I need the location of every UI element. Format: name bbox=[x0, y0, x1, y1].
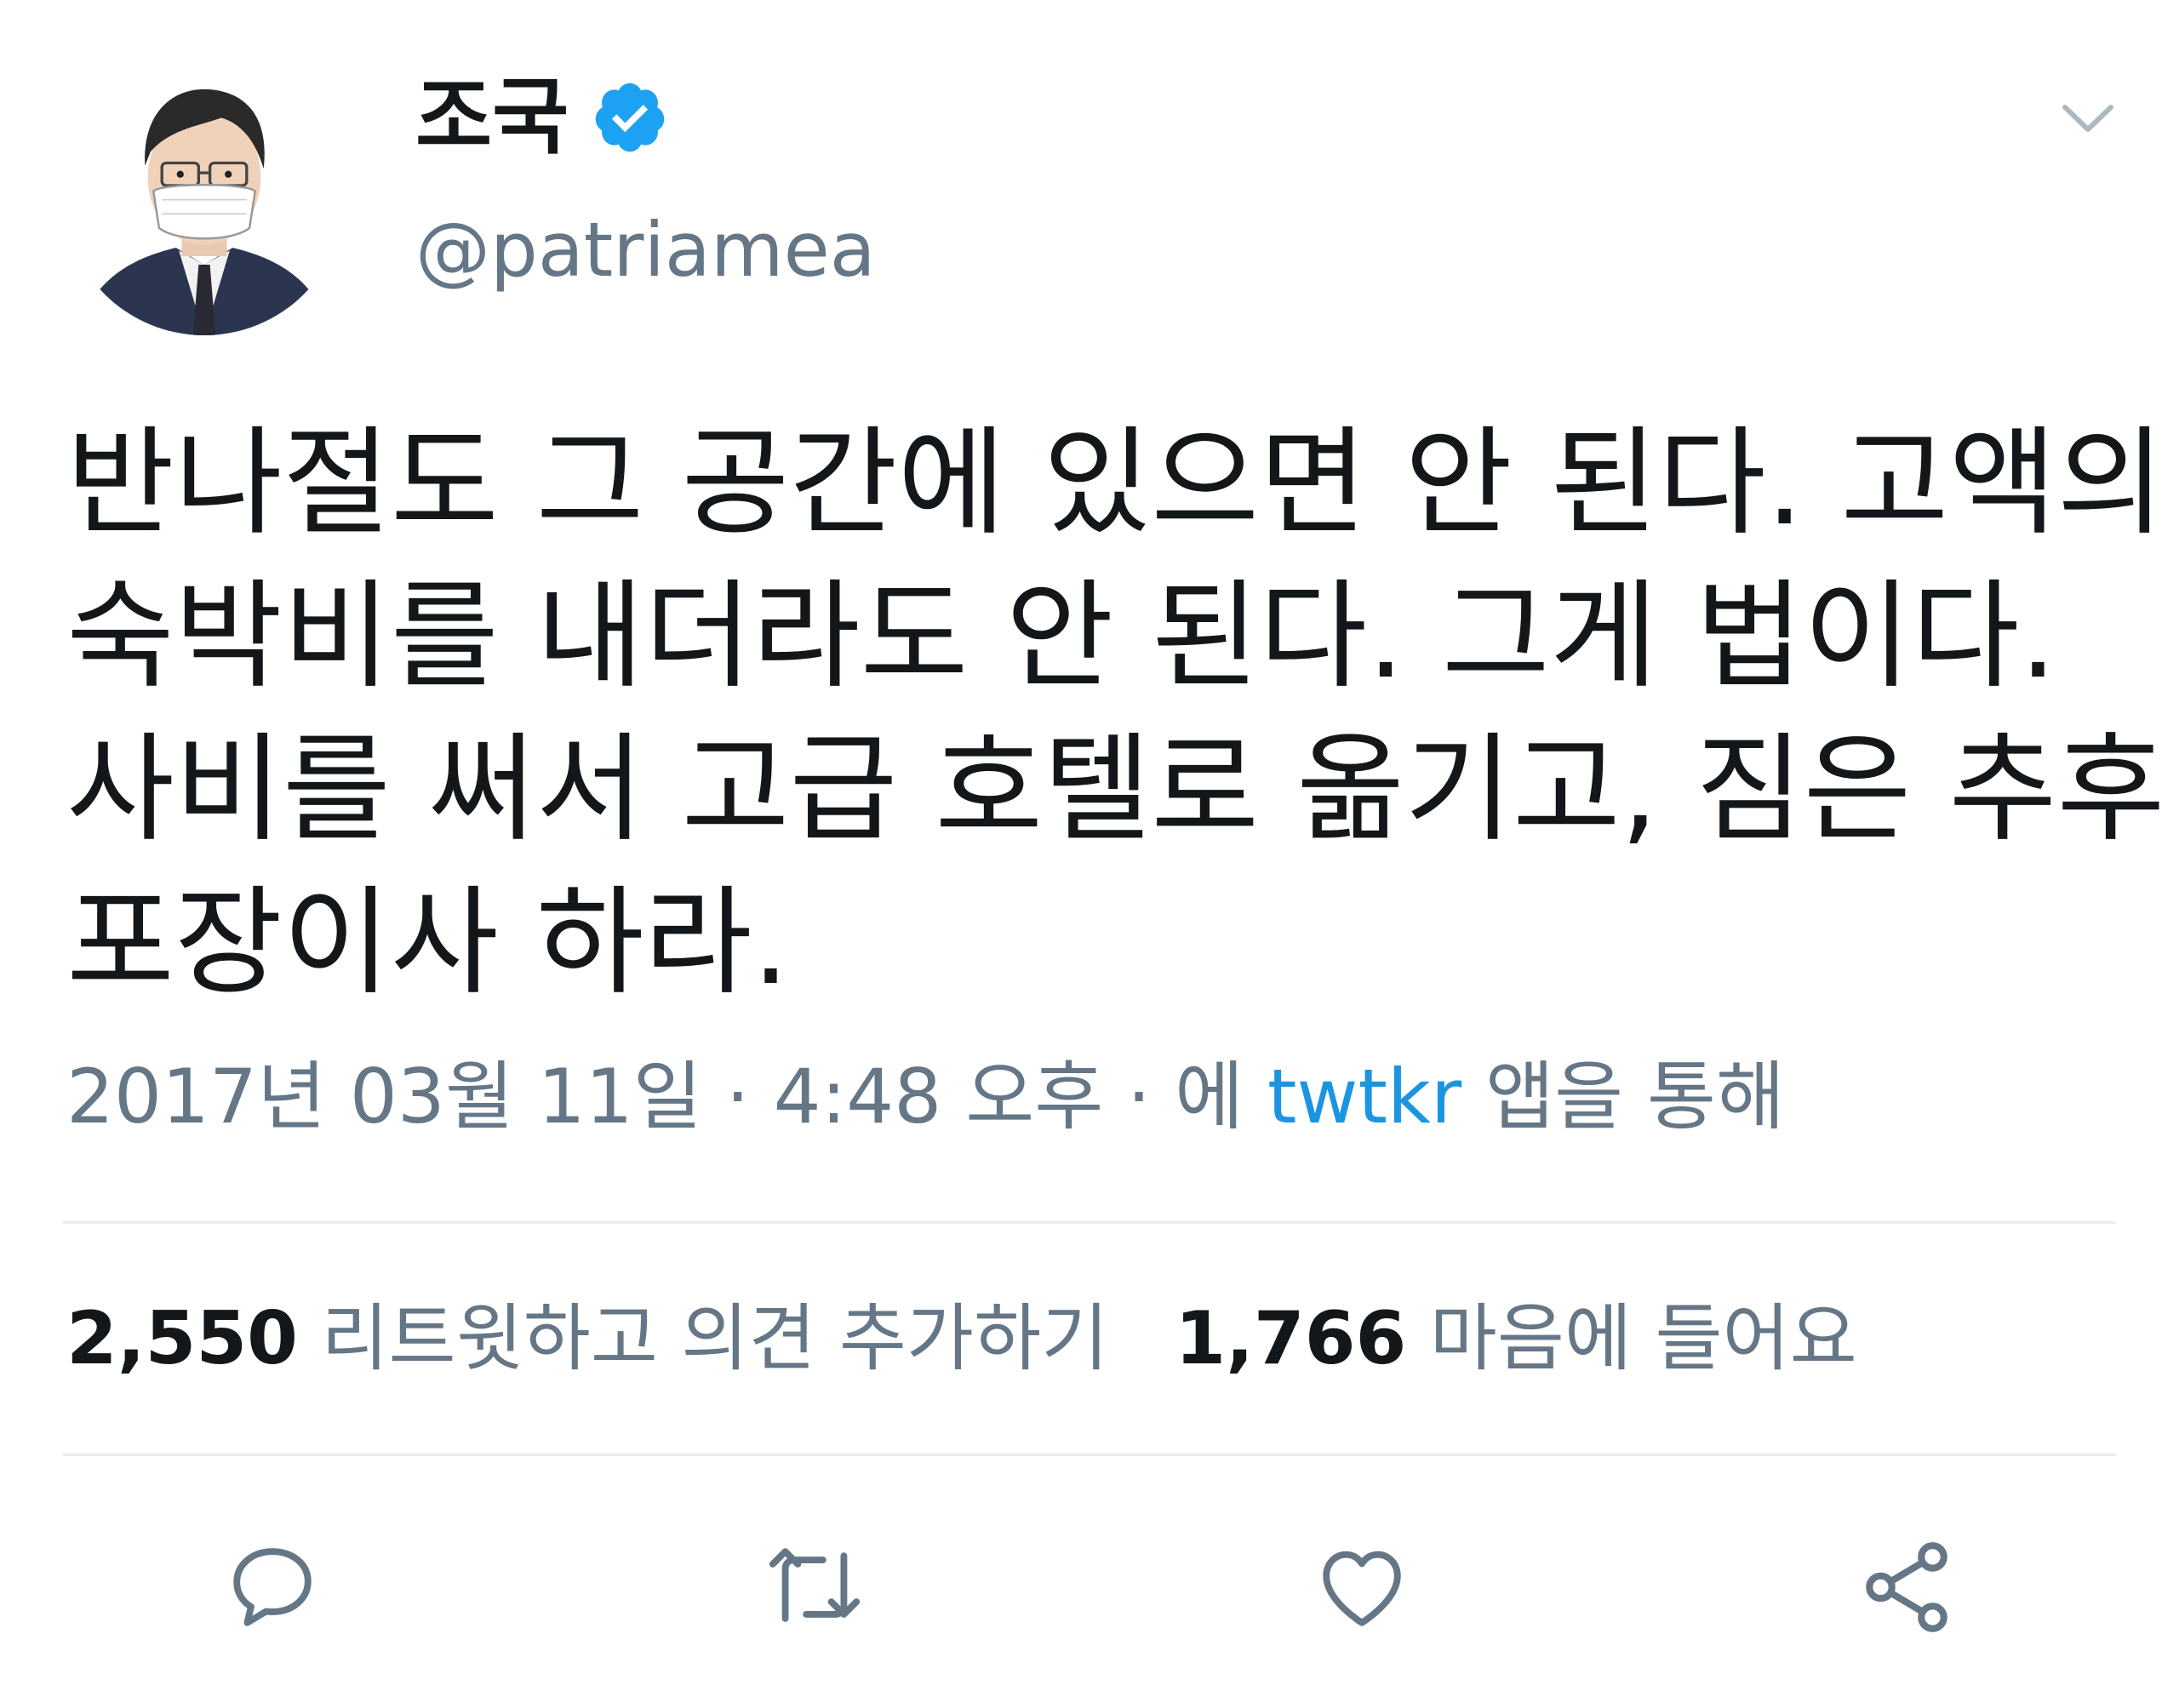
avatar-illustration bbox=[77, 89, 332, 335]
likes-count: 1,766 bbox=[1175, 1296, 1407, 1381]
display-name[interactable]: 조국 bbox=[415, 76, 569, 159]
share-button[interactable] bbox=[1851, 1532, 1962, 1642]
tweet-stats: 2,550 리트윗하고 의견 추가하기 1,766 마음에 들어요 bbox=[66, 1302, 1857, 1375]
retweets-label: 리트윗하고 의견 추가하기 bbox=[298, 1296, 1109, 1381]
tweet-time[interactable]: 4:48 오후 bbox=[774, 1053, 1104, 1140]
tweet-text: 반나절도 그 공간에 있으면 안 된다. 고액의 숙박비를 내더라도 안 된다.… bbox=[66, 407, 2165, 1020]
retweets-count: 2,550 bbox=[66, 1296, 299, 1381]
meta-separator: · bbox=[1103, 1053, 1175, 1140]
share-icon bbox=[1866, 1542, 1947, 1632]
verified-badge-icon bbox=[596, 83, 665, 152]
divider bbox=[63, 1454, 2116, 1456]
display-name-row[interactable]: 조국 bbox=[415, 66, 669, 169]
like-button[interactable] bbox=[1307, 1532, 1417, 1642]
tweet-text-line: 사비를 써서 고급 호텔로 옮기고, 짐은 추후 bbox=[66, 721, 2165, 858]
via-prefix: 에 bbox=[1175, 1053, 1268, 1140]
retweets-stat[interactable]: 2,550 리트윗하고 의견 추가하기 bbox=[66, 1296, 1108, 1381]
reply-icon bbox=[233, 1548, 312, 1626]
heart-icon bbox=[1323, 1551, 1401, 1626]
reply-button[interactable] bbox=[217, 1532, 328, 1642]
author-avatar[interactable] bbox=[63, 53, 346, 335]
likes-label: 마음에 들어요 bbox=[1406, 1296, 1857, 1381]
meta-separator: · bbox=[701, 1053, 774, 1140]
tweet-date[interactable]: 2017년 03월 11일 bbox=[66, 1053, 702, 1140]
divider bbox=[63, 1221, 2116, 1224]
tweet-action-bar bbox=[0, 1532, 2179, 1642]
user-handle[interactable]: @patriamea bbox=[415, 213, 876, 288]
likes-stat[interactable]: 1,766 마음에 들어요 bbox=[1175, 1296, 1856, 1381]
tweet-text-line: 반나절도 그 공간에 있으면 안 된다. 고액의 bbox=[66, 414, 2165, 551]
retweet-icon bbox=[769, 1548, 861, 1622]
tweet-metadata: 2017년 03월 11일 · 4:48 오후 · 에 twtkr 앱을 통해 bbox=[66, 1060, 1785, 1134]
retweet-button[interactable] bbox=[759, 1532, 870, 1642]
tweet-text-line: 숙박비를 내더라도 안 된다. 그게 법이다. bbox=[66, 568, 2057, 705]
chevron-down-icon[interactable] bbox=[2058, 92, 2118, 143]
via-suffix: 앱을 통해 bbox=[1461, 1053, 1785, 1140]
source-app-link[interactable]: twtkr bbox=[1267, 1053, 1461, 1140]
tweet-text-line: 포장이사 하라. bbox=[66, 874, 790, 1011]
